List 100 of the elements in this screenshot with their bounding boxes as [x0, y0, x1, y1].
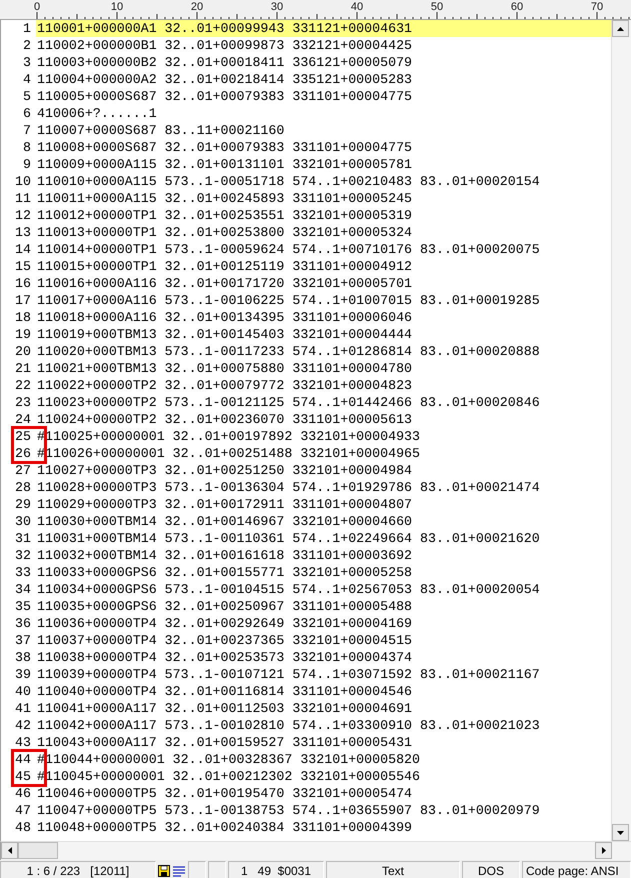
line-number: 31 [14, 530, 31, 547]
text-line: 110017+0000A116 573..1-00106225 574..1+01007015 83..01+00019285 [36, 292, 541, 309]
line-number: 29 [14, 496, 31, 513]
text-line: 110019+000TBM13 32..01+00145403 332101+00004444 [36, 326, 414, 343]
text-line: 110036+00000TP4 32..01+00292649 332101+00004169 [36, 615, 414, 632]
text-line: 110002+000000B1 32..01+00099873 332121+00004425 [36, 37, 414, 54]
line-number: 40 [14, 683, 31, 700]
line-number: 15 [14, 258, 31, 275]
text-line: 110033+0000GPS6 32..01+00155771 332101+00005258 [36, 564, 414, 581]
ruler-number: 50 [430, 1, 444, 13]
line-number: 46 [14, 785, 31, 802]
text-line: 110035+0000GPS6 32..01+00250967 331101+00005488 [36, 598, 414, 615]
ruler-number: 30 [270, 1, 284, 13]
line-number: 25 [14, 428, 31, 445]
text-line: 110042+0000A117 573..1-00102810 574..1+03300910 83..01+00021023 [36, 717, 541, 734]
ruler-number: 70 [590, 1, 604, 13]
line-number: 47 [14, 802, 31, 819]
scroll-down-button[interactable] [612, 824, 629, 841]
vertical-scrollbar[interactable] [611, 20, 631, 841]
line-number: 1 [22, 20, 31, 37]
line-number: 2 [22, 37, 31, 54]
line-number: 45 [14, 768, 31, 785]
line-number: 12 [14, 207, 31, 224]
line-number: 9 [22, 156, 31, 173]
text-line: 110043+0000A117 32..01+00159527 331101+00005431 [36, 734, 414, 751]
line-number: 16 [14, 275, 31, 292]
status-pane [208, 861, 226, 878]
text-line: 110020+000TBM13 573..1-00117233 574..1+01286814 83..01+00020888 [36, 343, 541, 360]
text-line: 110008+0000S687 32..01+00079383 331101+00004775 [36, 139, 414, 156]
scroll-thumb[interactable] [18, 842, 58, 859]
text-line: 110012+00000TP1 32..01+00253551 332101+00005319 [36, 207, 414, 224]
text-lines-icon[interactable] [172, 864, 186, 876]
text-line: 110021+000TBM13 32..01+00075880 331101+00004780 [36, 360, 414, 377]
ruler-number: 10 [110, 1, 124, 13]
line-number: 22 [14, 377, 31, 394]
line-number: 32 [14, 547, 31, 564]
down-arrow-icon [617, 830, 624, 834]
line-number: 10 [14, 173, 31, 190]
position-status: 1 : 6 / 223 [26, 864, 80, 878]
text-line: 110016+0000A116 32..01+00171720 332101+00005701 [36, 275, 414, 292]
save-icon[interactable] [158, 864, 170, 876]
line-number: 48 [14, 819, 31, 836]
left-arrow-icon [8, 847, 12, 854]
line-number: 18 [14, 309, 31, 326]
line-number: 24 [14, 411, 31, 428]
line-number: 13 [14, 224, 31, 241]
line-number: 6 [22, 105, 31, 122]
line-number: 27 [14, 462, 31, 479]
code-page-status: Code page: ANSI [522, 861, 631, 878]
line-number: 7 [22, 122, 31, 139]
text-line: 110003+000000B2 32..01+00018411 336121+00005079 [36, 54, 414, 71]
mode-status: Text [326, 861, 460, 878]
line-ending-status: DOS [462, 861, 520, 878]
line-number: 36 [14, 615, 31, 632]
text-line: 110023+00000TP2 573..1-00121125 574..1+01442466 83..01+00020846 [36, 394, 541, 411]
line-number: 3 [22, 54, 31, 71]
text-line: 110030+000TBM14 32..01+00146967 332101+00004660 [36, 513, 414, 530]
text-line: 110013+00000TP1 32..01+00253800 332101+00005324 [36, 224, 414, 241]
line-number: 5 [22, 88, 31, 105]
scroll-left-button[interactable] [1, 842, 18, 859]
line-number: 17 [14, 292, 31, 309]
line-number: 33 [14, 564, 31, 581]
line-number: 30 [14, 513, 31, 530]
text-line: 110014+00000TP1 573..1-00059624 574..1+00710176 83..01+00020075 [36, 241, 541, 258]
text-line: 110028+00000TP3 573..1-00136304 574..1+01929786 83..01+00021474 [36, 479, 541, 496]
text-line: 110039+00000TP4 573..1-00107121 574..1+03071592 83..01+00021167 [36, 666, 541, 683]
text-line: 110024+00000TP2 32..01+00236070 331101+00005613 [36, 411, 414, 428]
text-line: 410006+?......1 [36, 105, 158, 122]
line-number: 4 [22, 71, 31, 88]
scroll-up-button[interactable] [612, 20, 629, 37]
line-number: 19 [14, 326, 31, 343]
line-number: 14 [14, 241, 31, 258]
line-number: 42 [14, 717, 31, 734]
text-line: 110038+00000TP4 32..01+00253573 332101+00004374 [36, 649, 414, 666]
line-number: 26 [14, 445, 31, 462]
text-line: 110009+0000A115 32..01+00131101 332101+00005781 [36, 156, 414, 173]
text-line: 110041+0000A117 32..01+00112503 332101+00004691 [36, 700, 414, 717]
ruler-number: 60 [510, 1, 524, 13]
line-number: 37 [14, 632, 31, 649]
line-number: 20 [14, 343, 31, 360]
line-number: 28 [14, 479, 31, 496]
scroll-right-button[interactable] [595, 842, 612, 859]
ruler-number: 20 [190, 1, 204, 13]
text-line: 110040+00000TP4 32..01+00116814 331101+00004546 [36, 683, 414, 700]
line-number: 44 [14, 751, 31, 768]
text-line: 110047+00000TP5 573..1-00138753 574..1+03655907 83..01+00020979 [36, 802, 541, 819]
line-number: 39 [14, 666, 31, 683]
text-line: 110034+0000GPS6 573..1-00104515 574..1+02567053 83..01+00020054 [36, 581, 541, 598]
text-line: 110037+00000TP4 32..01+00237365 332101+00004515 [36, 632, 414, 649]
cursor-status: 1 49 $0031 [228, 861, 324, 878]
text-line: 110010+0000A115 573..1-00051718 574..1+00210483 83..01+00020154 [36, 173, 541, 190]
text-line: 110022+00000TP2 32..01+00079772 332101+00004823 [36, 377, 414, 394]
text-line: 110007+0000S687 83..11+00021160 [36, 122, 286, 139]
right-arrow-icon [602, 847, 606, 854]
status-pane [188, 861, 206, 878]
line-number: 34 [14, 581, 31, 598]
text-line: 110011+0000A115 32..01+00245893 331101+00005245 [36, 190, 414, 207]
horizontal-scrollbar[interactable] [1, 842, 612, 860]
file-size-status: [12011] [90, 864, 130, 878]
line-number: 41 [14, 700, 31, 717]
